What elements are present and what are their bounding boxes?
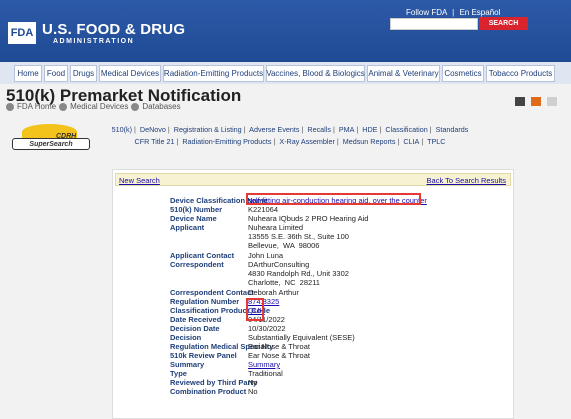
separator: | — [452, 8, 455, 17]
sublink-standards[interactable]: Standards — [436, 125, 469, 134]
tab-cosmetics[interactable]: Cosmetics — [442, 65, 484, 82]
tab-medical-devices[interactable]: Medical Devices — [99, 65, 161, 82]
field-value: Ear Nose & Throat — [248, 342, 310, 351]
field-label: Correspondent Contact — [170, 288, 254, 297]
field-label: Applicant Contact — [170, 251, 235, 260]
tab-home[interactable]: Home — [14, 65, 42, 82]
site-header: FDA U.S. FOOD & DRUG ADMINISTRATION Foll… — [0, 0, 571, 62]
tab-vaccines[interactable]: Vaccines, Blood & Biologics — [266, 65, 365, 82]
search-input[interactable] — [390, 18, 478, 30]
tab-radiation[interactable]: Radiation-Emitting Products — [163, 65, 264, 82]
espanol-link[interactable]: En Español — [459, 8, 500, 17]
field-value: Nuheara Limited 13555 S.E. 36th St., Sui… — [248, 223, 349, 250]
sublink-adverse[interactable]: Adverse Events — [249, 125, 299, 134]
search-button[interactable]: SEARCH — [479, 17, 528, 30]
field-value: No — [248, 387, 258, 396]
field-label: Combination Product — [170, 387, 247, 396]
field-label: Correspondent — [170, 260, 224, 269]
field-label: Decision Date — [170, 324, 220, 333]
breadcrumb: FDA Home Medical Devices Databases — [6, 102, 181, 111]
print-icon[interactable] — [515, 97, 525, 106]
field-label: Decision — [170, 333, 202, 342]
sublink-denovo[interactable]: DeNovo — [140, 125, 166, 134]
tab-tobacco[interactable]: Tobacco Products — [486, 65, 555, 82]
bullet-icon — [6, 102, 14, 111]
crumb-home[interactable]: FDA Home — [17, 102, 56, 111]
field-label: Device Name — [170, 214, 217, 223]
tab-animal[interactable]: Animal & Veterinary — [367, 65, 440, 82]
field-label: 510k Review Panel — [170, 351, 237, 360]
field-label: Reviewed by Third Party — [170, 378, 258, 387]
tab-food[interactable]: Food — [44, 65, 68, 82]
main-nav: Home Food Drugs Medical Devices Radiatio… — [0, 62, 571, 84]
field-value: Ear Nose & Throat — [248, 351, 310, 360]
logo-word-supersearch: SuperSearch — [12, 138, 90, 150]
sublink-xray[interactable]: X-Ray Assembler — [279, 137, 335, 146]
field-value: Traditional — [248, 369, 283, 378]
sublink-510k[interactable]: 510(k) — [112, 125, 132, 134]
field-label: Applicant — [170, 223, 205, 232]
field-label: Regulation Number — [170, 297, 240, 306]
email-icon[interactable] — [547, 97, 557, 106]
sublink-radiation[interactable]: Radiation-Emitting Products — [182, 137, 271, 146]
field-value: Substantially Equivalent (SESE) — [248, 333, 355, 342]
sublinks-row2: CFR Title 21 | Radiation-Emitting Product… — [134, 137, 446, 146]
page-tools — [515, 97, 557, 106]
field-value: 10/30/2022 — [248, 324, 286, 333]
agency-name[interactable]: U.S. FOOD & DRUG — [42, 21, 185, 38]
new-search-link[interactable]: New Search — [119, 176, 160, 185]
field-value: K221064 — [248, 205, 279, 214]
field-value: No — [248, 378, 258, 387]
sublink-pma[interactable]: PMA — [339, 125, 355, 134]
sublink-medsun[interactable]: Medsun Reports — [343, 137, 396, 146]
field-label: Type — [170, 369, 187, 378]
sublink-tplc[interactable]: TPLC — [427, 137, 445, 146]
field-value: DArthurConsulting 4830 Randolph Rd., Uni… — [248, 260, 349, 287]
sublink-registration[interactable]: Registration & Listing — [174, 125, 242, 134]
sublink-hde[interactable]: HDE — [362, 125, 377, 134]
field-value: Deborah Arthur — [248, 288, 299, 297]
agency-subname: ADMINISTRATION — [53, 38, 135, 45]
share-icon[interactable] — [531, 97, 541, 106]
follow-fda-link[interactable]: Follow FDA — [406, 8, 447, 17]
fda-logo-icon[interactable]: FDA — [8, 22, 36, 44]
bullet-icon — [131, 102, 140, 111]
crumb-databases[interactable]: Databases — [142, 102, 180, 111]
sublink-recalls[interactable]: Recalls — [307, 125, 331, 134]
sublink-cfr[interactable]: CFR Title 21 — [135, 137, 175, 146]
back-to-results-link[interactable]: Back To Search Results — [427, 176, 506, 185]
sublink-classification[interactable]: Classification — [385, 125, 427, 134]
field-label: Date Received — [170, 315, 222, 324]
field-label: Summary — [170, 360, 205, 369]
crumb-devices[interactable]: Medical Devices — [70, 102, 128, 111]
sublinks-row1: 510(k) | DeNovo | Registration & Listing | … — [111, 125, 469, 134]
field-value: John Luna — [248, 251, 284, 260]
top-links: Follow FDA | En Español — [406, 8, 500, 17]
highlight-regulation — [246, 298, 264, 321]
field-value: Nuheara IQbuds 2 PRO Hearing Aid — [248, 214, 369, 223]
field-value-link[interactable]: Summary — [248, 360, 280, 369]
sublink-clia[interactable]: CLIA — [403, 137, 419, 146]
highlight-classification — [246, 193, 421, 205]
field-label: 510(k) Number — [170, 205, 223, 214]
tab-drugs[interactable]: Drugs — [70, 65, 97, 82]
cdrh-logo[interactable]: CDRH SuperSearch — [12, 120, 92, 156]
panel-bar: New Search Back To Search Results — [115, 173, 511, 186]
bullet-icon — [59, 102, 68, 111]
